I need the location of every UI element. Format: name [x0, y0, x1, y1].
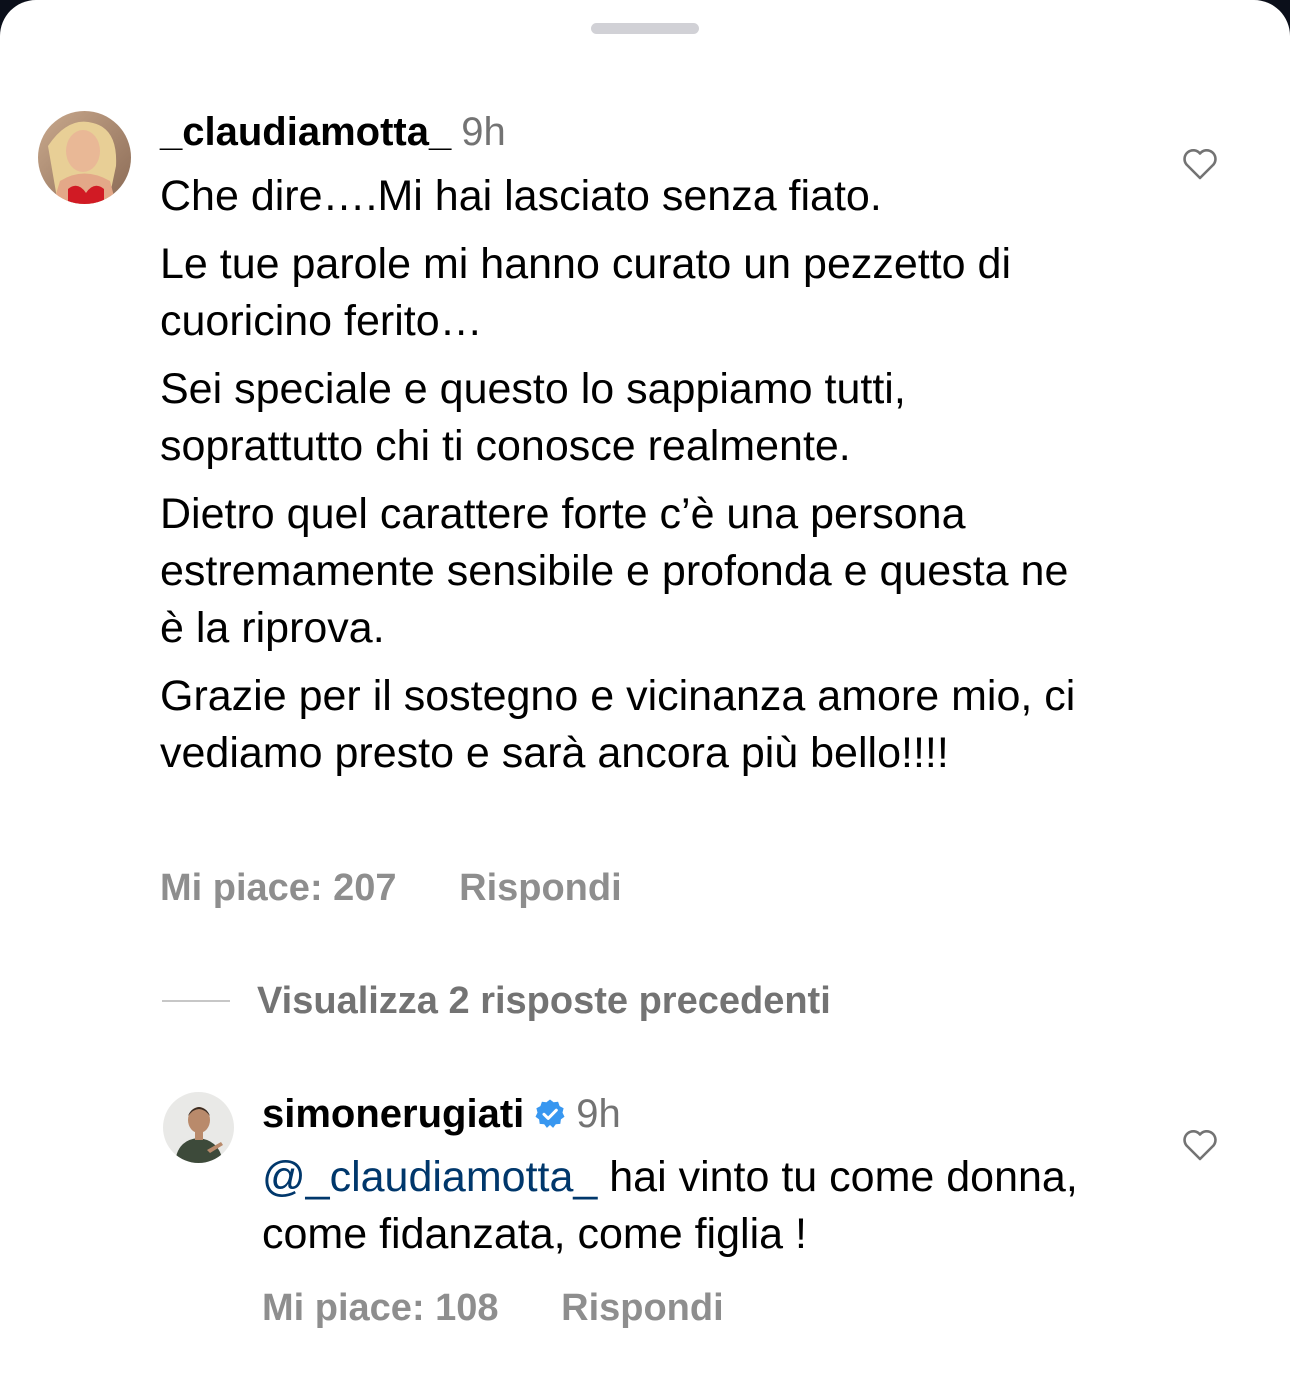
reply-timestamp: 9h [576, 1092, 621, 1136]
replies-divider [162, 1000, 230, 1002]
comments-sheet: _claudiamotta_ 9h Che dire….Mi hai lasci… [0, 0, 1290, 1373]
comment-paragraph: Le tue parole mi hanno curato un pezzett… [160, 240, 1012, 345]
comment-username[interactable]: _claudiamotta_ [160, 108, 451, 156]
reply-actions: Mi piace: 108 Rispondi [262, 1285, 724, 1331]
comment-actions: Mi piace: 207 Rispondi [160, 865, 622, 911]
reply-button[interactable]: Rispondi [561, 1285, 724, 1331]
reply-header: simonerugiati 9h [262, 1090, 621, 1138]
comment-paragraph: Sei speciale e questo lo sappiamo tutti,… [160, 365, 906, 470]
avatar-claudiamotta[interactable] [38, 111, 131, 204]
heart-outline-icon[interactable] [1182, 147, 1218, 180]
comment-body: Che dire….Mi hai lasciato senza fiato. L… [160, 168, 1100, 793]
likes-count[interactable]: Mi piace: 207 [160, 865, 397, 911]
view-replies-label: Visualizza 2 risposte precedenti [257, 980, 831, 1022]
comment-paragraph: Che dire….Mi hai lasciato senza fiato. [160, 172, 882, 220]
avatar-simonerugiati[interactable] [163, 1092, 234, 1163]
heart-outline-icon[interactable] [1182, 1128, 1218, 1161]
reply-username[interactable]: simonerugiati [262, 1090, 524, 1138]
reply-body: @_claudiamotta_ hai vinto tu come donna,… [262, 1149, 1102, 1274]
comment-header: _claudiamotta_ 9h [160, 108, 506, 156]
comment-paragraph: Dietro quel carattere forte c’è una pers… [160, 490, 1069, 652]
view-previous-replies-button[interactable]: Visualizza 2 risposte precedenti [162, 978, 831, 1024]
likes-count[interactable]: Mi piace: 108 [262, 1285, 499, 1331]
sheet-drag-handle[interactable] [591, 23, 699, 34]
mention-link[interactable]: @_claudiamotta_ [262, 1153, 597, 1201]
comment-timestamp: 9h [461, 110, 506, 154]
comment-paragraph: Grazie per il sostegno e vicinanza amore… [160, 672, 1076, 777]
reply-button[interactable]: Rispondi [459, 865, 622, 911]
verified-badge-icon [535, 1099, 565, 1128]
